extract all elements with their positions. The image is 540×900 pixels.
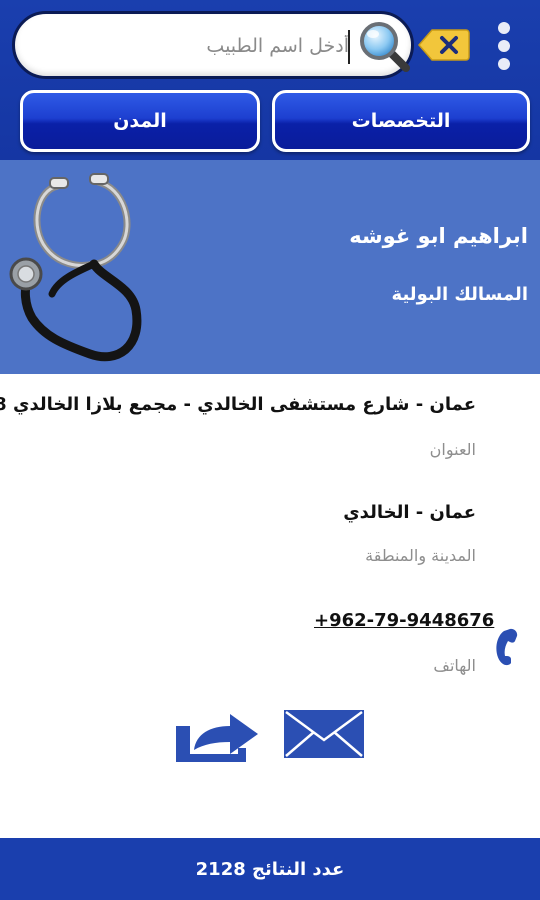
tab-cities[interactable]: المدن — [20, 90, 260, 152]
doctor-header: ابراهيم ابو غوشه المسالك البولية — [0, 160, 540, 374]
search-box[interactable] — [12, 11, 414, 79]
city-label: المدينة والمنطقة — [365, 546, 476, 565]
clear-icon[interactable] — [418, 28, 470, 62]
address-value: عمان - شارع مستشفى الخالدي - مجمع بلازا … — [0, 394, 476, 415]
doctor-name: ابراهيم ابو غوشه — [349, 224, 528, 248]
phone-label: الهاتف — [433, 656, 476, 675]
results-count-bar: عدد النتائج 2128 — [0, 838, 540, 900]
doctor-specialty: المسالك البولية — [391, 284, 528, 305]
search-input[interactable] — [37, 26, 349, 66]
mail-icon[interactable] — [282, 708, 366, 760]
text-caret — [348, 30, 350, 64]
overflow-menu-icon[interactable] — [493, 22, 515, 72]
phone-icon[interactable] — [488, 626, 522, 666]
tab-specialties[interactable]: التخصصات — [272, 90, 530, 152]
stethoscope-icon — [9, 173, 142, 362]
address-label: العنوان — [429, 440, 476, 459]
phone-number-link[interactable]: +962-79-9448676 — [314, 610, 494, 631]
city-value: عمان - الخالدي — [343, 502, 476, 523]
top-bar: التخصصات المدن — [0, 0, 540, 160]
share-icon[interactable] — [172, 708, 262, 764]
search-icon[interactable] — [358, 20, 412, 74]
results-count: عدد النتائج 2128 — [195, 858, 345, 880]
